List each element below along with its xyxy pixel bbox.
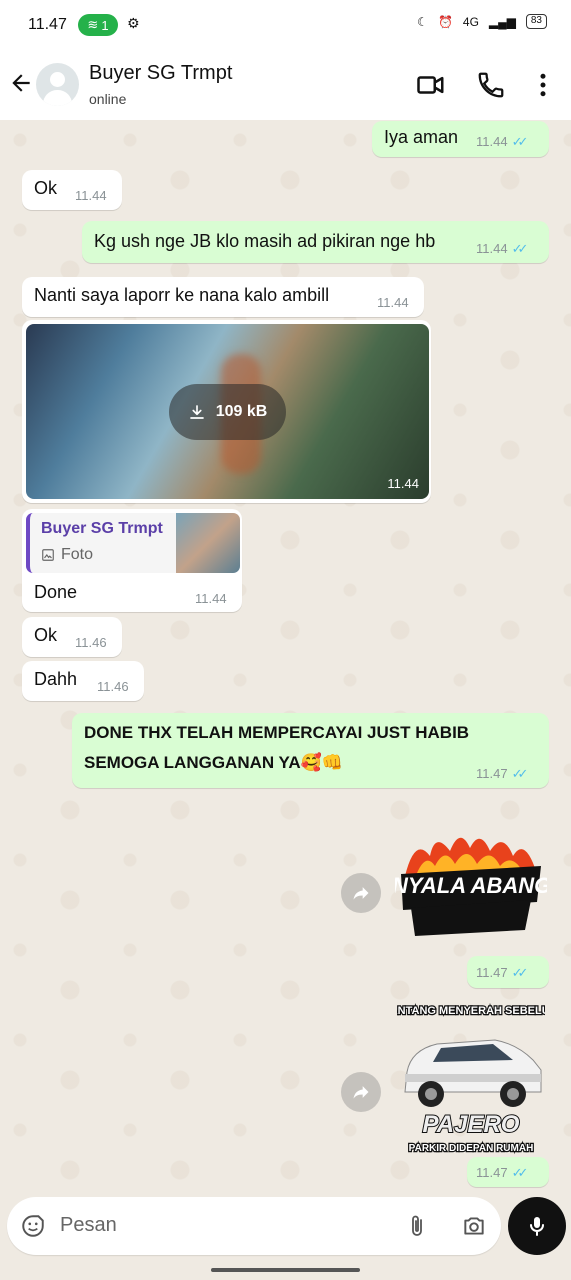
sticker-text-1: MENYALA ABANGKU <box>395 873 547 898</box>
chat-header: Buyer SG Trmpt online <box>0 50 571 120</box>
message-text: Nanti saya laporr ke nana kalo ambill <box>34 285 330 305</box>
hotspot-icon: ≋ <box>87 17 99 32</box>
message-text: Iya aman <box>384 127 459 147</box>
message-text: Ok <box>34 625 58 645</box>
back-arrow-icon[interactable] <box>8 70 34 96</box>
read-ticks-icon: ✓✓ <box>511 965 529 980</box>
microphone-icon <box>530 1217 544 1236</box>
sticker-menyala[interactable]: MENYALA ABANGKU <box>359 826 571 936</box>
download-size: 109 kB <box>215 403 268 420</box>
voice-record-button[interactable] <box>508 1197 566 1255</box>
download-button[interactable]: 109 kB <box>169 384 286 440</box>
message-input[interactable]: Pesan <box>60 1214 117 1237</box>
settings-icon: ⚙ <box>127 15 140 31</box>
message-time: 11.44 <box>377 295 409 310</box>
message-text: Done <box>34 582 78 602</box>
video-call-icon[interactable] <box>416 70 446 100</box>
message-time: 11.44 <box>75 188 107 203</box>
status-right: ☾ ⏰ 4G ▂▄▆ 83 <box>417 14 547 29</box>
message-time: 11.44 ✓✓ <box>476 241 529 256</box>
camera-icon[interactable] <box>460 1213 488 1239</box>
message-bubble-incoming[interactable]: Ok 11.46 <box>22 617 122 657</box>
message-bubble-incoming[interactable]: Dahh 11.46 <box>22 661 144 701</box>
sticker-bottom-text: PARKIR DIDEPAN RUMAH <box>409 1143 534 1154</box>
read-ticks-icon: ✓✓ <box>511 1165 529 1180</box>
message-text: Dahh <box>34 669 78 689</box>
hotspot-indicator: ≋ 1 <box>78 14 118 36</box>
moon-icon: ☾ <box>417 14 428 29</box>
message-time: 11.44 <box>195 591 227 606</box>
alarm-icon: ⏰ <box>437 14 453 29</box>
quoted-sender: Buyer SG Trmpt <box>41 520 163 537</box>
forward-button[interactable] <box>341 1072 381 1112</box>
photo-icon <box>42 549 54 561</box>
sticker-brand: PAJERO <box>423 1111 520 1138</box>
download-icon <box>189 405 204 419</box>
status-time: 11.47 <box>28 16 67 33</box>
avatar[interactable] <box>36 63 79 106</box>
message-bubble-outgoing[interactable]: Iya aman 11.44 ✓✓ <box>372 121 549 157</box>
message-text: Ok <box>34 178 58 198</box>
home-gesture-handle[interactable] <box>211 1268 360 1272</box>
message-time: 11.44 <box>387 476 419 491</box>
signal-icon: ▂▄▆ <box>488 14 516 29</box>
read-ticks-icon: ✓✓ <box>511 134 529 149</box>
forward-icon <box>353 887 369 900</box>
read-ticks-icon: ✓✓ <box>511 241 529 256</box>
quoted-type: Foto <box>41 546 93 564</box>
message-text-line-1: DONE THX TELAH MEMPERCAYAI JUST HABIB <box>84 723 470 742</box>
status-bar: 11.47 ≋ 1 ⚙ ☾ ⏰ 4G ▂▄▆ 83 <box>0 0 571 50</box>
sticker-pajero[interactable]: PANTANG MENYERAH SEBELUM PAJERO PARKIR D… <box>382 1000 560 1158</box>
quoted-thumbnail <box>176 513 240 573</box>
forward-button[interactable] <box>341 873 381 913</box>
sticker-time-bubble: 11.47 ✓✓ <box>467 1157 549 1187</box>
message-time: 11.46 <box>75 635 107 650</box>
reply-message[interactable]: Buyer SG Trmpt Foto Done 11.44 <box>22 509 242 612</box>
network-label: 4G <box>462 14 479 29</box>
more-options-icon[interactable] <box>528 70 558 100</box>
message-bubble-outgoing[interactable]: Kg ush nge JB klo masih ad pikiran nge h… <box>82 221 549 263</box>
sticker-top-text: PANTANG MENYERAH SEBELUM <box>397 1005 545 1017</box>
quoted-message[interactable]: Buyer SG Trmpt Foto <box>26 513 240 573</box>
voice-call-icon[interactable] <box>476 70 506 100</box>
message-time: 11.47 ✓✓ <box>476 965 529 980</box>
contact-status: online <box>89 91 127 107</box>
navigation-bar <box>0 1262 571 1280</box>
sticker-icon[interactable] <box>20 1213 46 1239</box>
message-bubble-outgoing[interactable]: DONE THX TELAH MEMPERCAYAI JUST HABIB SE… <box>72 713 549 788</box>
contact-name[interactable]: Buyer SG Trmpt <box>89 62 232 85</box>
attach-icon[interactable] <box>405 1213 429 1239</box>
message-time: 11.44 ✓✓ <box>476 134 529 149</box>
message-text-line-2: SEMOGA LANGGANAN YA🥰👊 <box>84 753 343 772</box>
image-message[interactable]: 109 kB 11.44 <box>22 320 431 503</box>
read-ticks-icon: ✓✓ <box>511 766 529 781</box>
message-input-bar[interactable]: Pesan <box>7 1197 501 1255</box>
sticker-time-bubble: 11.47 ✓✓ <box>467 956 549 988</box>
message-bubble-incoming[interactable]: Ok 11.44 <box>22 170 122 210</box>
message-bubble-incoming[interactable]: Nanti saya laporr ke nana kalo ambill 11… <box>22 277 424 317</box>
hotspot-count: 1 <box>101 17 109 33</box>
message-time: 11.47 ✓✓ <box>476 766 529 781</box>
battery-icon: 83 <box>525 14 547 29</box>
blurred-image-preview[interactable]: 109 kB 11.44 <box>26 324 429 499</box>
forward-icon <box>353 1086 369 1099</box>
message-time: 11.46 <box>97 679 129 694</box>
message-time: 11.47 ✓✓ <box>476 1165 529 1180</box>
message-text: Kg ush nge JB klo masih ad pikiran nge h… <box>94 231 436 251</box>
